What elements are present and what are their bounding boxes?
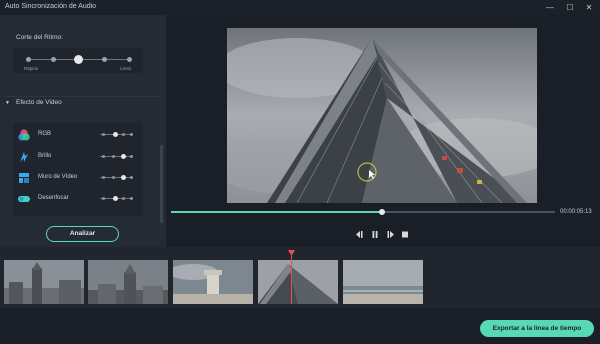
- effect-label: Desenfocar: [38, 195, 69, 201]
- effect-row-blur[interactable]: Desenfocar: [13, 190, 143, 208]
- effect-slider-handle[interactable]: [113, 196, 118, 201]
- effect-label: Brillo: [38, 153, 52, 159]
- video-effects-list: RGB Brillo Muro de Vídeo Desenfocar: [13, 123, 143, 216]
- rgb-icon: [18, 129, 30, 141]
- prev-frame-icon[interactable]: [355, 230, 365, 239]
- effect-step: [102, 176, 105, 179]
- minimize-icon[interactable]: —: [544, 2, 556, 13]
- beat-step[interactable]: [127, 57, 132, 62]
- effect-row-rgb[interactable]: RGB: [13, 126, 143, 144]
- beat-min-label: Rápido: [24, 66, 39, 71]
- video-frame-image: [227, 28, 537, 203]
- brightness-icon: [20, 152, 28, 162]
- collapse-caret-icon[interactable]: ▼: [5, 100, 10, 106]
- effect-step: [102, 155, 105, 158]
- effect-slider-handle[interactable]: [121, 154, 126, 159]
- timeline-clip[interactable]: [343, 260, 423, 304]
- settings-scrollbar[interactable]: [160, 145, 163, 223]
- beat-step[interactable]: [51, 57, 56, 62]
- effect-row-video-wall[interactable]: Muro de Vídeo: [13, 169, 143, 187]
- clip-thumbnail: [173, 260, 253, 304]
- beat-max-label: Lento: [120, 66, 132, 71]
- effect-step: [122, 133, 125, 136]
- effect-step: [130, 133, 133, 136]
- clip-thumbnail: [4, 260, 84, 304]
- timeline-clip[interactable]: [88, 260, 168, 304]
- beat-slider-handle[interactable]: [74, 55, 83, 64]
- timecode: 00:00:05:13: [560, 209, 592, 215]
- clip-thumbnail: [343, 260, 423, 304]
- clip-thumbnail: [258, 260, 338, 304]
- blur-icon: [18, 196, 30, 202]
- effect-step: [130, 155, 133, 158]
- beat-cut-label: Corte del Ritmo:: [16, 34, 63, 41]
- timeline-clip[interactable]: [258, 260, 338, 304]
- beat-step[interactable]: [26, 57, 31, 62]
- playhead-marker-icon[interactable]: [288, 250, 295, 256]
- effect-row-brightness[interactable]: Brillo: [13, 148, 143, 166]
- video-preview[interactable]: [227, 28, 537, 203]
- next-frame-icon[interactable]: [385, 230, 395, 239]
- beat-step[interactable]: [102, 57, 107, 62]
- video-effect-label: Efecto de Video: [16, 99, 62, 106]
- clip-thumbnail: [88, 260, 168, 304]
- pause-icon[interactable]: [370, 230, 380, 239]
- maximize-icon[interactable]: ☐: [564, 2, 576, 13]
- effect-label: RGB: [38, 131, 52, 137]
- progress-fill: [171, 211, 383, 213]
- effect-slider-handle[interactable]: [113, 132, 118, 137]
- beat-cut-slider[interactable]: Rápido Lento: [13, 48, 143, 73]
- export-to-timeline-button[interactable]: Exportar a la línea de tiempo: [480, 320, 594, 337]
- title-bar: Auto Sincronización de Audio — ☐ ✕: [0, 0, 600, 15]
- timeline-clip[interactable]: [4, 260, 84, 304]
- playback-progress-bar[interactable]: [171, 209, 555, 215]
- analyze-button[interactable]: Analizar: [46, 226, 119, 242]
- video-wall-icon: [19, 173, 29, 183]
- effect-label: Muro de Vídeo: [38, 174, 78, 180]
- effect-step: [102, 197, 105, 200]
- effect-step: [112, 176, 115, 179]
- timeline-clip[interactable]: [173, 260, 253, 304]
- close-icon[interactable]: ✕: [583, 2, 595, 13]
- stop-icon[interactable]: [400, 230, 410, 239]
- effect-step: [112, 155, 115, 158]
- effect-slider-handle[interactable]: [121, 175, 126, 180]
- effect-step: [130, 176, 133, 179]
- effect-step: [122, 197, 125, 200]
- effect-step: [102, 133, 105, 136]
- section-divider: [4, 96, 159, 97]
- window-title: Auto Sincronización de Audio: [5, 3, 97, 10]
- timeline-playhead[interactable]: [291, 253, 292, 304]
- effect-step: [130, 197, 133, 200]
